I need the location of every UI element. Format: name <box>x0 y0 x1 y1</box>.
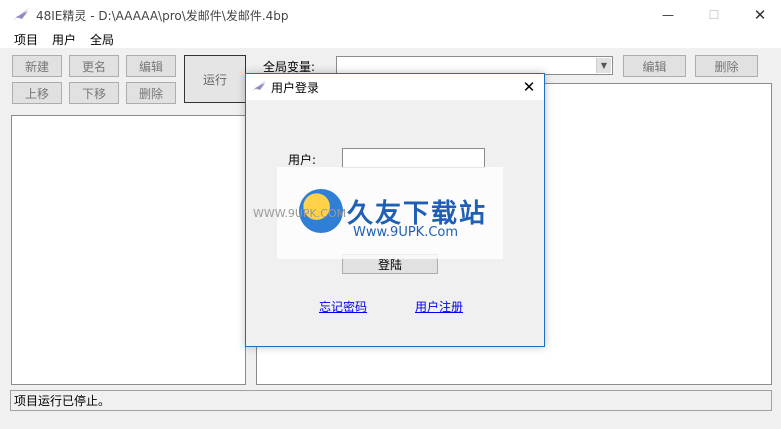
app-logo-icon <box>13 8 29 20</box>
close-icon: ✕ <box>522 78 536 96</box>
chevron-down-icon[interactable]: ▼ <box>596 58 611 73</box>
minimize-button[interactable]: — <box>645 0 691 30</box>
move-up-button[interactable]: 上移 <box>12 82 62 104</box>
menu-item-user[interactable]: 用户 <box>52 31 76 48</box>
close-button[interactable]: ✕ <box>737 0 781 30</box>
dialog-title: 用户登录 <box>271 81 320 95</box>
maximize-button[interactable]: ☐ <box>691 0 737 30</box>
status-bar: 项目运行已停止。 <box>10 390 772 411</box>
status-text: 项目运行已停止。 <box>14 394 111 408</box>
close-icon: ✕ <box>753 6 767 24</box>
title-bar: 48IE精灵 - D:\AAAAA\pro\发邮件\发邮件.4bp — ☐ ✕ <box>0 0 781 30</box>
edit-project-button[interactable]: 编辑 <box>126 55 176 77</box>
register-link[interactable]: 用户注册 <box>415 298 463 315</box>
window-title: 48IE精灵 - D:\AAAAA\pro\发邮件\发邮件.4bp <box>36 9 289 23</box>
dialog-title-bar: 用户登录 ✕ <box>246 74 544 100</box>
user-label: 用户: <box>288 153 317 167</box>
forgot-password-link[interactable]: 忘记密码 <box>319 298 367 315</box>
username-input[interactable] <box>342 148 485 168</box>
maximize-icon: ☐ <box>708 8 720 22</box>
project-list[interactable] <box>11 115 246 385</box>
menu-item-project[interactable]: 项目 <box>14 31 38 48</box>
watermark-url: Www.9UPK.Com <box>353 225 459 240</box>
delete-project-button[interactable]: 删除 <box>126 82 176 104</box>
dialog-close-button[interactable]: ✕ <box>516 76 542 98</box>
run-button[interactable]: 运行 <box>184 55 246 103</box>
menu-item-global[interactable]: 全局 <box>90 31 114 48</box>
global-vars-delete-button[interactable]: 删除 <box>695 55 758 77</box>
menu-bar: 项目 用户 全局 <box>0 30 781 48</box>
app-logo-icon <box>251 80 267 91</box>
watermark-side-text: WWW.9UPK.COM <box>253 207 347 220</box>
watermark: WWW.9UPK.COM 久友下载站 Www.9UPK.Com <box>253 167 503 259</box>
move-down-button[interactable]: 下移 <box>69 82 119 104</box>
global-vars-edit-button[interactable]: 编辑 <box>623 55 686 77</box>
new-button[interactable]: 新建 <box>12 55 62 77</box>
rename-button[interactable]: 更名 <box>69 55 119 77</box>
minimize-icon: — <box>662 8 674 22</box>
